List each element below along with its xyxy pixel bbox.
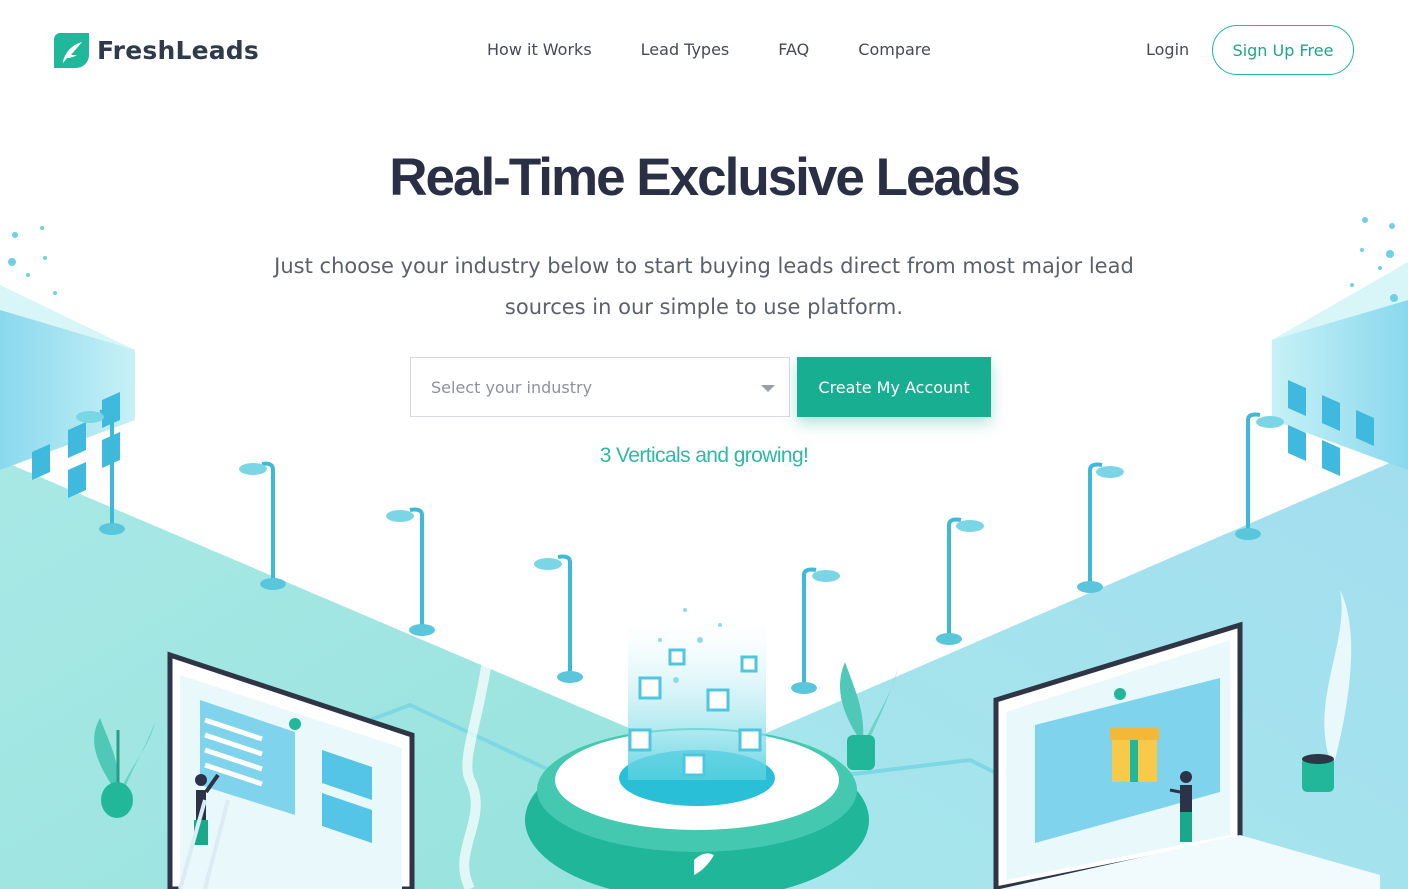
- caret-down-icon: [761, 385, 775, 392]
- site-header: FreshLeads How it Works Lead Types FAQ C…: [0, 0, 1408, 100]
- verticals-tagline: 3 Verticals and growing!: [599, 444, 809, 467]
- create-account-button[interactable]: Create My Account: [797, 357, 991, 417]
- industry-select-placeholder: Select your industry: [431, 377, 593, 397]
- nav-how-it-works[interactable]: How it Works: [487, 38, 592, 62]
- landing-page: FreshLeads How it Works Lead Types FAQ C…: [0, 0, 1408, 889]
- brand-name: FreshLeads: [97, 36, 259, 65]
- logo-link[interactable]: FreshLeads: [54, 33, 259, 68]
- signup-button[interactable]: Sign Up Free: [1212, 25, 1354, 75]
- nav-compare[interactable]: Compare: [858, 38, 931, 62]
- hero-subtitle: Just choose your industry below to start…: [274, 254, 1134, 319]
- main-nav: How it Works Lead Types FAQ Compare: [487, 38, 980, 62]
- login-link[interactable]: Login: [1146, 38, 1189, 62]
- leaf-logo-icon: [54, 33, 89, 68]
- nav-lead-types[interactable]: Lead Types: [641, 38, 730, 62]
- industry-select[interactable]: Select your industry: [410, 357, 790, 417]
- nav-faq[interactable]: FAQ: [778, 38, 809, 62]
- hero-title: Real-Time Exclusive Leads: [389, 148, 1021, 207]
